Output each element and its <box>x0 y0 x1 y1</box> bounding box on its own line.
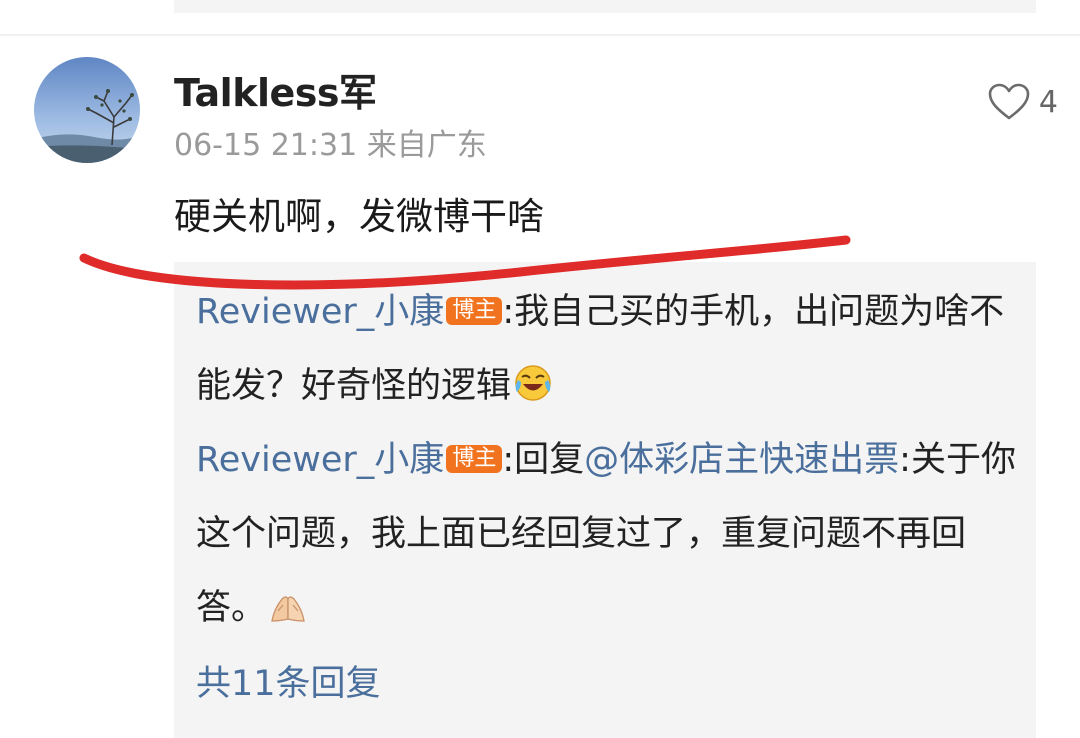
avatar-landscape-image <box>34 57 140 163</box>
comment-date: 06-15 21:31 <box>174 128 358 163</box>
blogger-badge: 博主 <box>446 445 503 473</box>
previous-reply-box <box>174 0 1036 13</box>
heart-outline-icon <box>988 83 1030 120</box>
like-count: 4 <box>1038 84 1058 120</box>
reply-author[interactable]: Reviewer_小康 <box>196 440 444 480</box>
like-button[interactable]: 4 <box>987 82 1058 122</box>
laugh-cry-emoji <box>515 365 551 401</box>
reply-item[interactable]: Reviewer_小康 博主:回复@体彩店主快速出票:关于你这个问题，我上面已经回… <box>196 423 1026 645</box>
folded-hands-emoji <box>271 596 305 622</box>
reply-prefix: 回复 <box>514 440 585 480</box>
comment-location: 来自广东 <box>366 128 487 163</box>
avatar[interactable] <box>34 57 140 163</box>
reply-colon: : <box>502 440 515 480</box>
comment-divider <box>0 34 1080 36</box>
comment-text: 硬关机啊，发微博干啥 <box>174 195 544 238</box>
blogger-badge: 博主 <box>446 297 503 325</box>
username[interactable]: Talkless军 <box>174 62 377 117</box>
more-replies-link[interactable]: 共11条回复 <box>196 655 381 706</box>
mention-link[interactable]: @体彩店主快速出票 <box>584 440 899 480</box>
reply-item[interactable]: Reviewer_小康 博主:我自己买的手机，出问题为啥不能发？好奇怪的逻辑 <box>196 275 1026 423</box>
reply-author[interactable]: Reviewer_小康 <box>196 292 444 332</box>
comment-meta: 06-15 21:31 来自广东 <box>174 120 487 164</box>
reply-colon: : <box>502 292 515 332</box>
